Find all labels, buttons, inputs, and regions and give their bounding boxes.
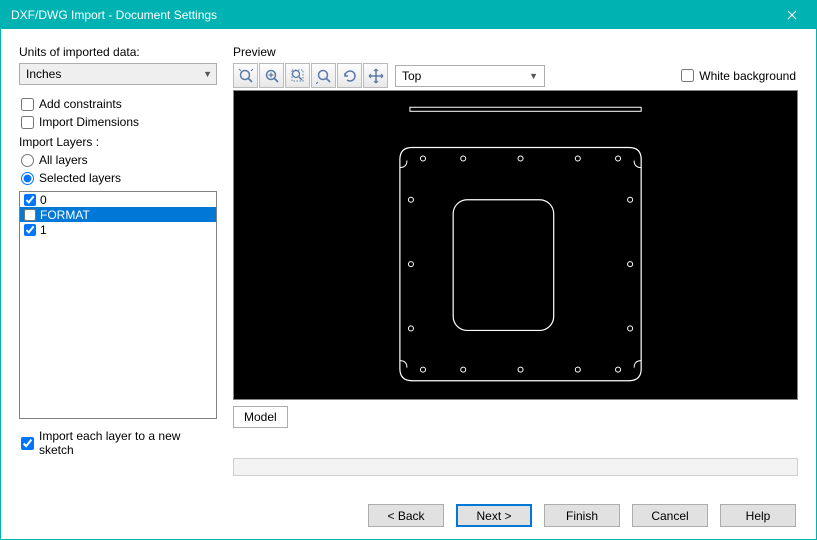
import-each-layer-label: Import each layer to a new sketch	[39, 429, 217, 457]
layer-list[interactable]: 0FORMAT1	[19, 191, 217, 419]
content-area: Units of imported data: Inches ▼ Add con…	[1, 29, 816, 539]
layer-item[interactable]: 0	[20, 192, 216, 207]
import-each-layer-input[interactable]	[21, 437, 34, 450]
zoom-out-button[interactable]	[311, 63, 336, 88]
dialog-window: DXF/DWG Import - Document Settings Units…	[0, 0, 817, 540]
left-panel: Units of imported data: Inches ▼ Add con…	[19, 45, 217, 476]
preview-drawing	[234, 91, 797, 399]
tab-model[interactable]: Model	[233, 406, 288, 428]
add-constraints-label: Add constraints	[39, 97, 122, 111]
window-title: DXF/DWG Import - Document Settings	[11, 8, 217, 22]
layer-checkbox[interactable]	[24, 224, 36, 236]
pan-icon	[368, 68, 384, 84]
units-label: Units of imported data:	[19, 45, 217, 59]
progress-bar	[233, 458, 798, 476]
zoom-in-icon	[264, 68, 280, 84]
rotate-icon	[342, 68, 358, 84]
selected-layers-label: Selected layers	[39, 171, 121, 185]
zoom-out-icon	[316, 68, 332, 84]
layer-name: 0	[40, 193, 47, 207]
white-background-checkbox[interactable]: White background	[681, 69, 796, 83]
preview-label: Preview	[233, 45, 798, 59]
units-select[interactable]: Inches ▼	[19, 63, 217, 85]
import-layers-group: Import Layers : All layers Selected laye…	[19, 135, 217, 419]
zoom-in-button[interactable]	[259, 63, 284, 88]
zoom-fit-button[interactable]	[233, 63, 258, 88]
next-button[interactable]: Next >	[456, 504, 532, 527]
titlebar: DXF/DWG Import - Document Settings	[1, 1, 816, 29]
preview-tabs: Model	[233, 406, 798, 428]
units-value: Inches	[26, 67, 61, 81]
finish-button[interactable]: Finish	[544, 504, 620, 527]
zoom-area-button[interactable]	[285, 63, 310, 88]
add-constraints-checkbox[interactable]: Add constraints	[21, 97, 217, 111]
chevron-down-icon: ▼	[203, 69, 212, 79]
chevron-down-icon: ▼	[529, 71, 538, 81]
import-dimensions-label: Import Dimensions	[39, 115, 139, 129]
layer-name: 1	[40, 223, 47, 237]
selected-layers-radio[interactable]: Selected layers	[21, 171, 217, 185]
all-layers-radio[interactable]: All layers	[21, 153, 217, 167]
white-background-input[interactable]	[681, 69, 694, 82]
pan-button[interactable]	[363, 63, 388, 88]
zoom-area-icon	[290, 68, 306, 84]
layer-item[interactable]: FORMAT	[20, 207, 216, 222]
all-layers-label: All layers	[39, 153, 88, 167]
close-button[interactable]	[776, 4, 808, 26]
import-dimensions-input[interactable]	[21, 116, 34, 129]
view-select[interactable]: Top ▼	[395, 65, 545, 87]
button-row: < Back Next > Finish Cancel Help	[19, 504, 798, 527]
all-layers-input[interactable]	[21, 154, 34, 167]
cancel-button[interactable]: Cancel	[632, 504, 708, 527]
layer-name: FORMAT	[40, 208, 90, 222]
preview-canvas[interactable]	[233, 90, 798, 400]
main-area: Units of imported data: Inches ▼ Add con…	[19, 45, 798, 476]
import-layers-legend: Import Layers :	[19, 135, 99, 149]
close-icon	[787, 10, 797, 20]
add-constraints-input[interactable]	[21, 98, 34, 111]
white-background-label: White background	[699, 69, 796, 83]
rotate-button[interactable]	[337, 63, 362, 88]
back-button[interactable]: < Back	[368, 504, 444, 527]
help-button[interactable]: Help	[720, 504, 796, 527]
zoom-fit-icon	[238, 68, 254, 84]
import-dimensions-checkbox[interactable]: Import Dimensions	[21, 115, 217, 129]
preview-toolbar: Top ▼ White background	[233, 63, 798, 88]
selected-layers-input[interactable]	[21, 172, 34, 185]
layer-checkbox[interactable]	[24, 209, 36, 221]
right-panel: Preview	[233, 45, 798, 476]
import-each-layer-checkbox[interactable]: Import each layer to a new sketch	[21, 429, 217, 457]
view-value: Top	[402, 69, 421, 83]
layer-checkbox[interactable]	[24, 194, 36, 206]
layer-item[interactable]: 1	[20, 222, 216, 237]
